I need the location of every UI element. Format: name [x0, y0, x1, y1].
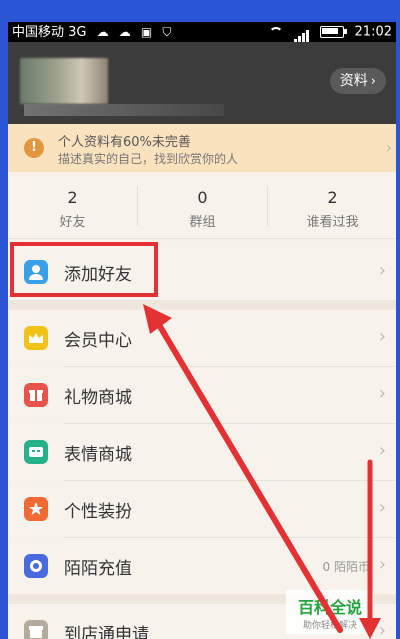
arrow-head-down — [359, 618, 381, 639]
annotation-arrows — [143, 304, 381, 639]
arrow-line-long — [152, 315, 343, 633]
arrow-head-up — [143, 304, 172, 334]
